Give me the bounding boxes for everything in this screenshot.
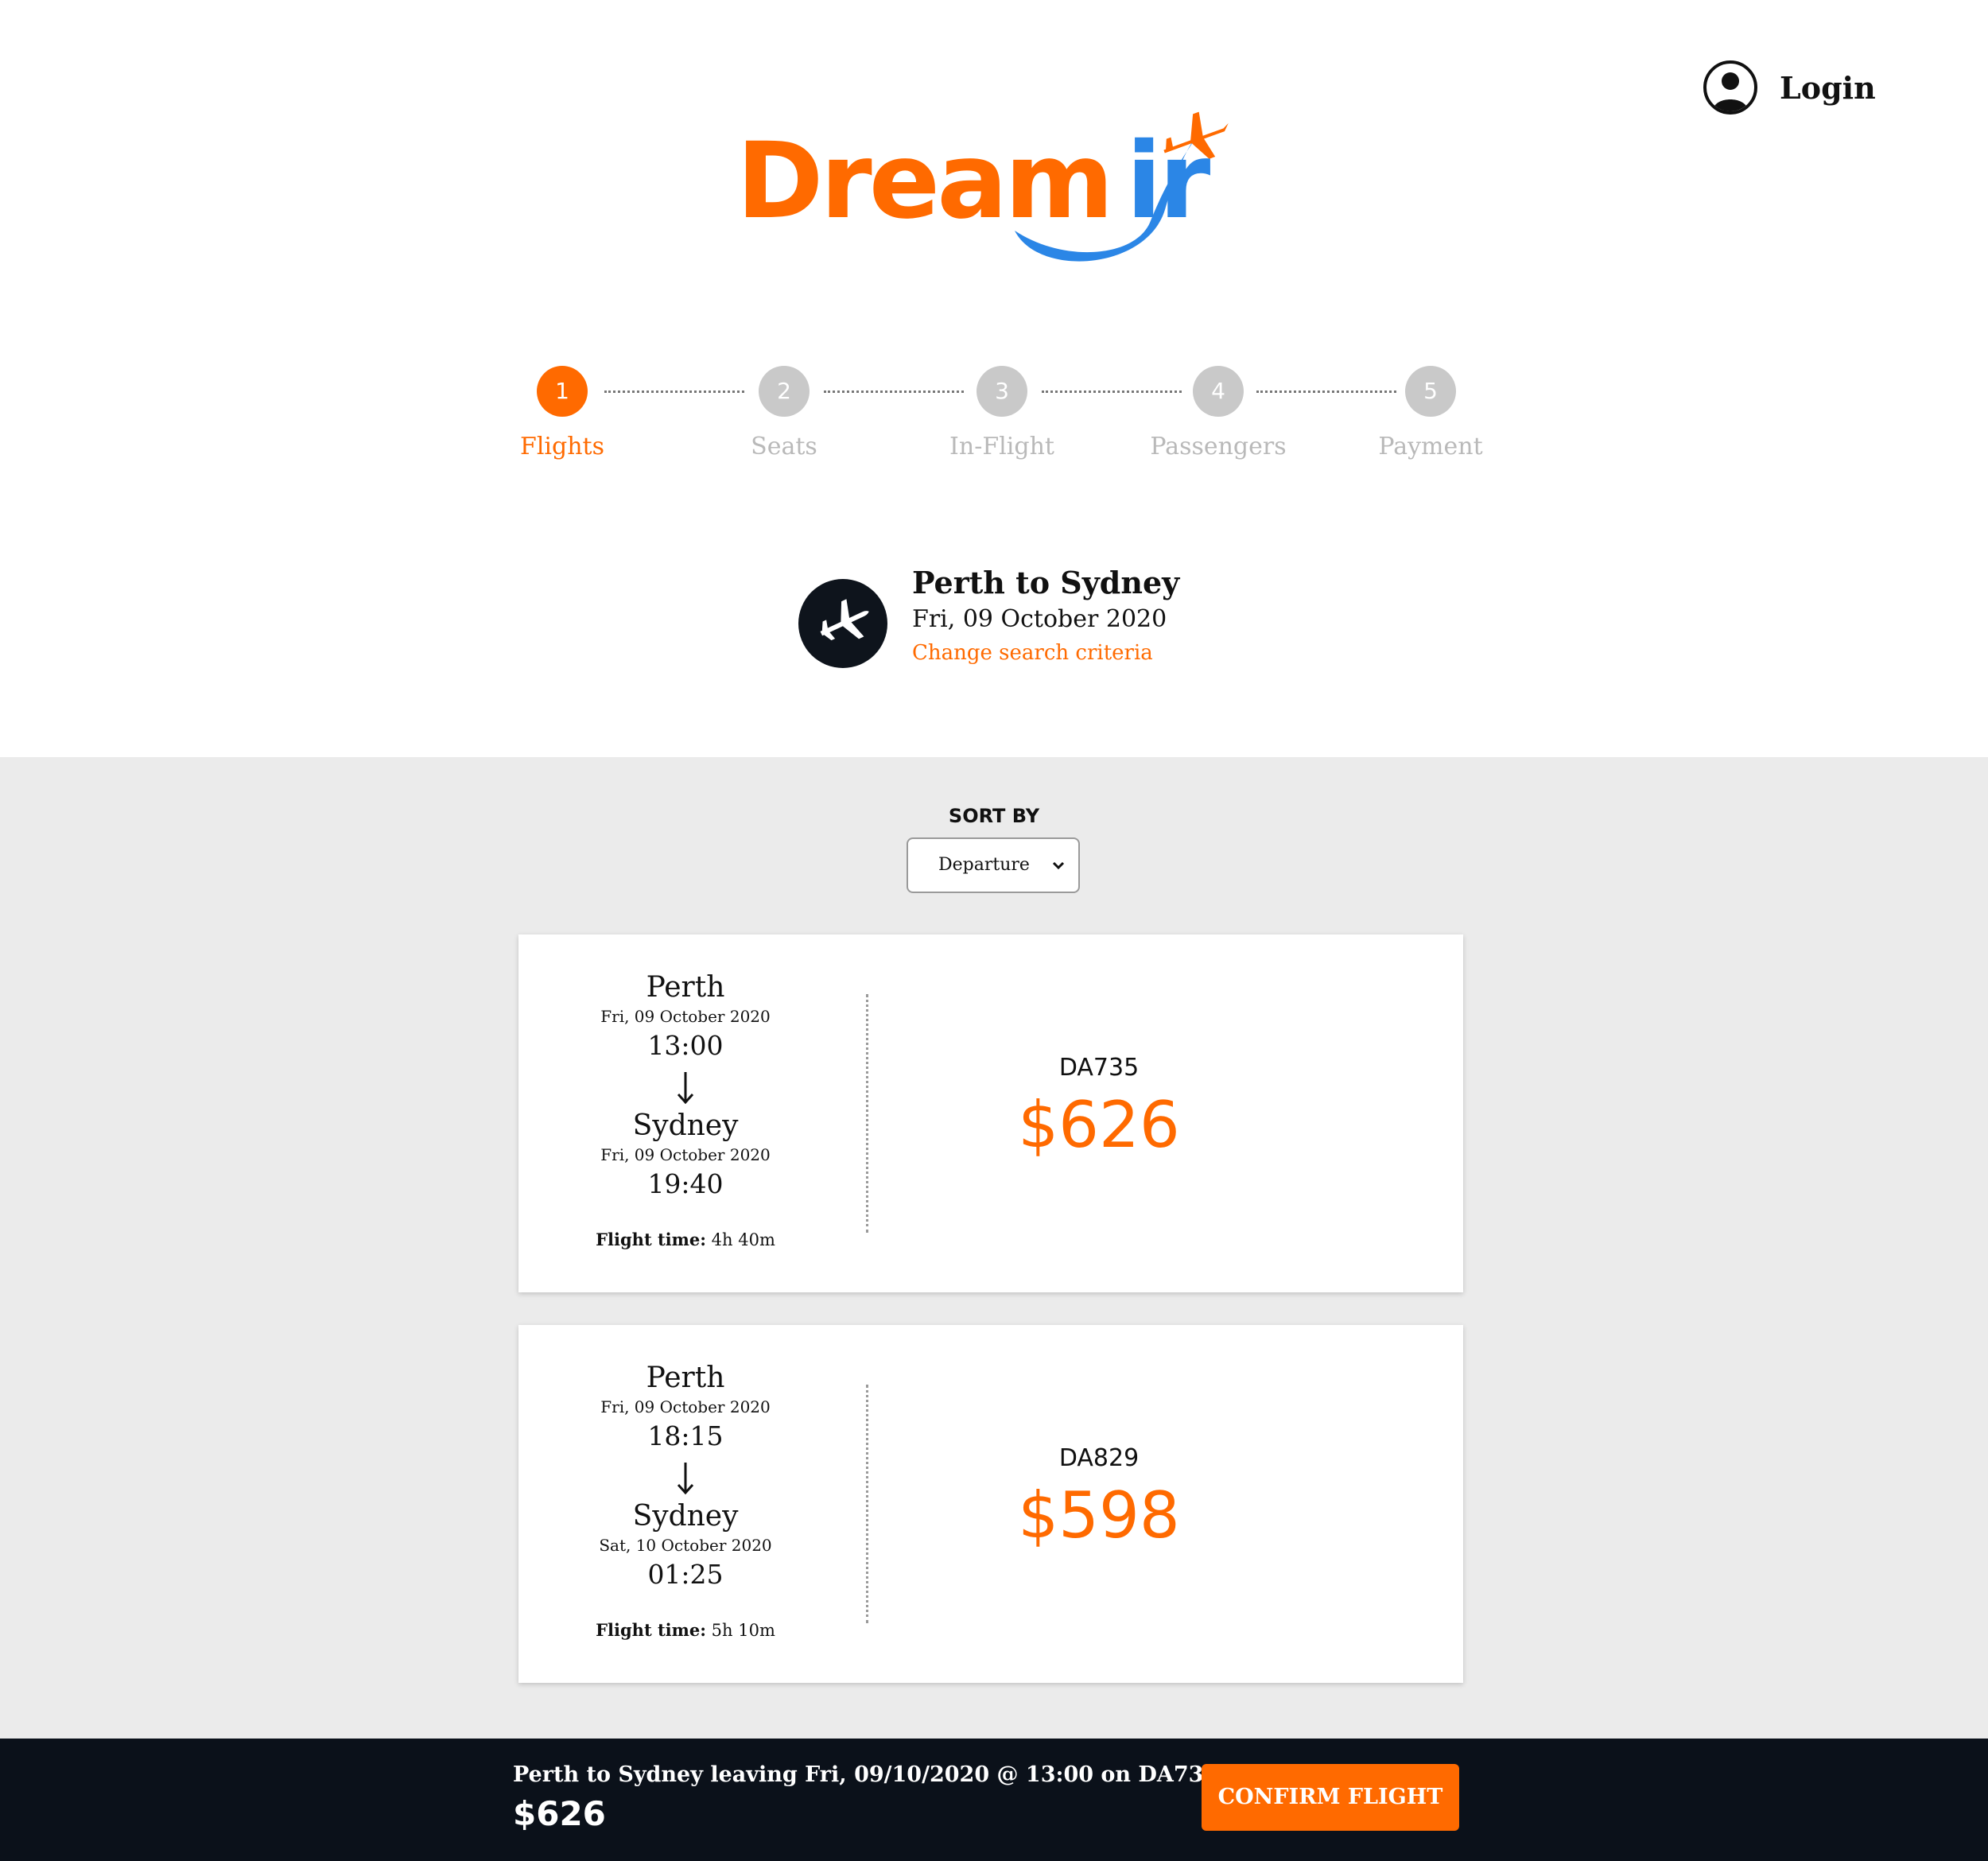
arrival-time: 01:25 [647,1559,724,1590]
flight-number: DA829 [1058,1444,1140,1472]
departure-time: 18:15 [647,1420,724,1451]
sort-selected-value: Departure [938,855,1030,875]
departure-city: Perth [646,1362,725,1394]
change-search-link[interactable]: Change search criteria [912,641,1389,665]
card-divider [866,1385,868,1623]
selection-summary: Perth to Sydney leaving Fri, 09/10/2020 … [513,1762,1219,1787]
arrow-down-icon [582,1455,789,1499]
arrival-date: Sat, 10 October 2020 [599,1536,772,1555]
arrival-time: 19:40 [647,1168,724,1199]
step-flights[interactable]: 1 Flights [467,366,658,460]
departure-date: Fri, 09 October 2020 [600,1397,771,1416]
departure-city: Perth [646,971,725,1004]
flight-duration-label: Flight time: [596,1620,706,1640]
chevron-down-icon [1052,861,1065,870]
card-divider [866,994,868,1233]
arrival-date: Fri, 09 October 2020 [600,1145,771,1164]
sort-select[interactable]: Departure [907,837,1080,893]
user-icon [1703,60,1757,115]
departure-date: Fri, 09 October 2020 [600,1007,771,1026]
flight-duration-label: Flight time: [596,1230,706,1249]
flight-price: $626 [1018,1088,1180,1162]
step-seats[interactable]: 2 Seats [689,366,879,460]
step-number: 4 [1193,366,1244,417]
step-number: 1 [537,366,588,417]
sort-label: SORT BY [948,805,1040,827]
step-label: Flights [520,433,604,460]
flight-card[interactable]: Perth Fri, 09 October 2020 13:00 Sydney … [518,934,1463,1292]
confirm-flight-button[interactable]: CONFIRM FLIGHT [1202,1764,1459,1831]
logo-word-air: ir [1126,120,1210,243]
booking-stepper: 1 Flights 2 Seats 3 In-Flight 4 Passenge… [493,366,1511,477]
flight-duration: Flight time: 5h 10m [582,1620,789,1640]
flight-duration-value: 4h 40m [711,1230,775,1249]
step-in-flight[interactable]: 3 In-Flight [907,366,1097,460]
route-title: Perth to Sydney [912,565,1180,600]
login-label: Login [1780,69,1876,106]
airplane-icon [798,579,887,668]
step-number: 2 [759,366,810,417]
step-label: Seats [751,433,817,460]
arrival-city: Sydney [632,1109,739,1142]
step-payment[interactable]: 5 Payment [1335,366,1526,460]
flight-duration: Flight time: 4h 40m [582,1230,789,1249]
step-number: 3 [977,366,1027,417]
login-button[interactable]: Login [1703,60,1876,115]
flight-duration-value: 5h 10m [711,1621,775,1640]
step-label: Payment [1378,433,1483,460]
departure-time: 13:00 [647,1030,724,1061]
flight-number: DA735 [1058,1054,1140,1082]
route-date: Fri, 09 October 2020 [912,605,1167,633]
flight-price: $598 [1018,1478,1180,1552]
step-label: Passengers [1150,433,1287,460]
step-number: 5 [1405,366,1456,417]
arrow-down-icon [582,1064,789,1109]
selection-footer: Perth to Sydney leaving Fri, 09/10/2020 … [0,1739,1988,1861]
selection-price: $626 [513,1794,606,1833]
page-header: Login Dream ir 1 Flights 2 Seats 3 In-Fl… [0,0,1988,757]
flight-card[interactable]: Perth Fri, 09 October 2020 18:15 Sydney … [518,1325,1463,1683]
dreamair-logo[interactable]: Dream ir [736,111,1253,278]
step-label: In-Flight [949,433,1054,460]
step-passengers[interactable]: 4 Passengers [1123,366,1314,460]
arrival-city: Sydney [632,1500,739,1533]
